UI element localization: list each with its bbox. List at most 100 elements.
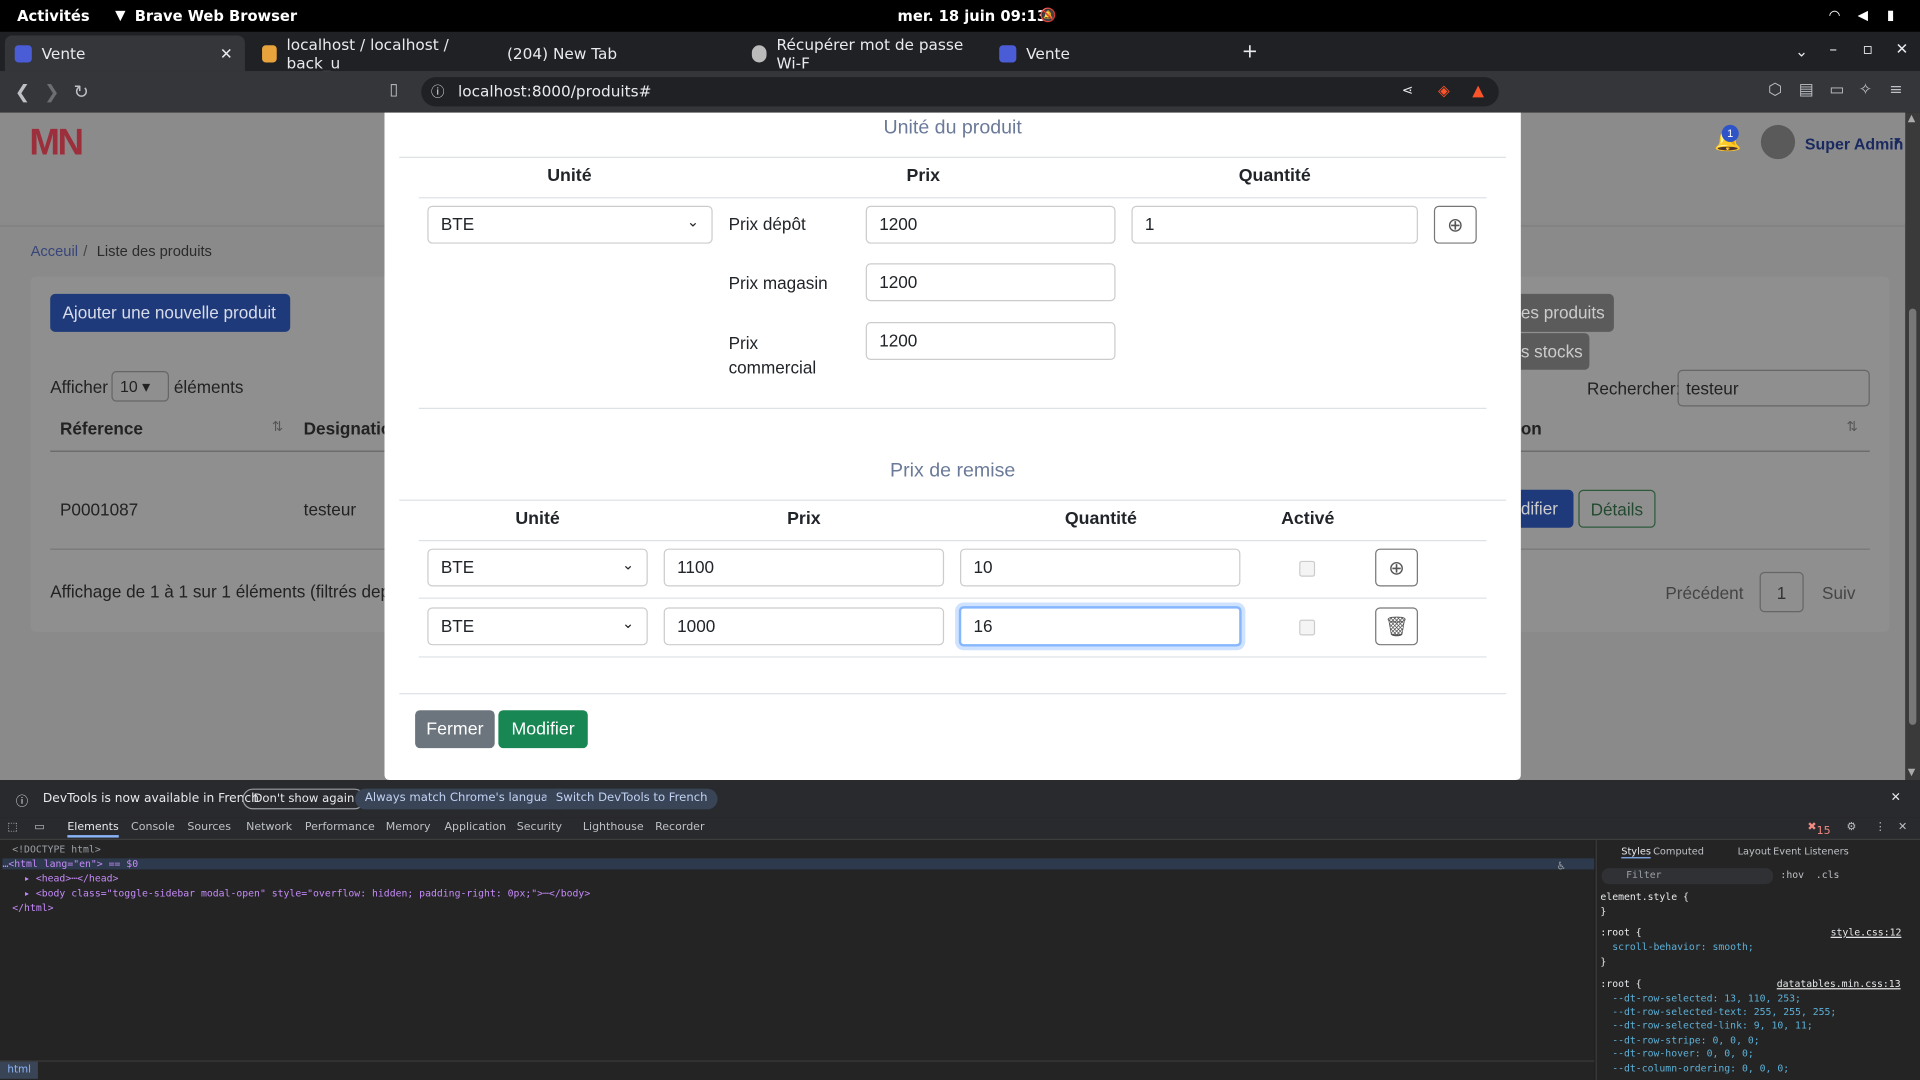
avatar[interactable] xyxy=(1760,124,1796,160)
discount-unit-select[interactable]: BTE ⌄ xyxy=(427,607,648,646)
more-icon[interactable]: ⋮ xyxy=(1875,822,1886,834)
next-button[interactable]: Suiv xyxy=(1822,583,1855,603)
tab-console[interactable]: Console xyxy=(131,822,175,834)
footer-html[interactable]: html xyxy=(0,1061,39,1079)
sidebar-icon[interactable]: ▤ xyxy=(1799,81,1814,99)
page-scrollbar[interactable]: ▲ ▼ xyxy=(1905,112,1920,781)
tab-elements[interactable]: Elements xyxy=(67,822,119,838)
search-input[interactable]: testeur xyxy=(1677,369,1870,407)
tab-vente[interactable]: Vente xyxy=(989,36,1229,72)
settings-icon[interactable]: ⚙ xyxy=(1847,822,1857,834)
add-product-button[interactable]: Ajouter une nouvelle produit xyxy=(50,293,291,332)
tab-computed[interactable]: Computed xyxy=(1653,846,1704,857)
reload-icon[interactable]: ↻ xyxy=(73,81,88,103)
clock[interactable]: mer. 18 juin 09:13 xyxy=(898,7,1048,24)
tab-application[interactable]: Application xyxy=(444,822,506,834)
details-button[interactable]: Détails xyxy=(1578,489,1656,528)
brave-shields-icon[interactable]: ◈ xyxy=(1438,81,1450,99)
tab-layout[interactable]: Layout xyxy=(1738,846,1771,857)
col-designation[interactable]: Designatio xyxy=(304,419,392,439)
share-icon[interactable]: ⋖ xyxy=(1402,82,1413,98)
forward-icon[interactable]: ❯ xyxy=(44,81,59,103)
add-unit-button[interactable]: ⊕ xyxy=(1433,205,1477,244)
elements-panel[interactable]: <!DOCTYPE html> …<html lang="en"> == $0 … xyxy=(0,840,1595,1061)
maximize-icon[interactable]: ▫ xyxy=(1862,39,1872,57)
match-language-button[interactable]: Always match Chrome's language xyxy=(355,788,573,810)
close-icon[interactable]: ✕ xyxy=(1891,791,1901,804)
tab-security[interactable]: Security xyxy=(517,822,562,834)
discount-unit-select[interactable]: BTE ⌄ xyxy=(427,548,648,587)
tab-sources[interactable]: Sources xyxy=(187,822,231,834)
close-icon[interactable]: ✕ xyxy=(220,44,233,62)
page-1-button[interactable]: 1 xyxy=(1759,571,1804,613)
tab-phpmyadmin[interactable]: localhost / localhost / back_u xyxy=(252,35,485,72)
tab-performance[interactable]: Performance xyxy=(305,822,375,834)
hov-cls-toggles[interactable]: :hov .cls xyxy=(1780,869,1839,880)
dom-line[interactable]: ▸ <head>⋯</head> xyxy=(12,873,118,884)
dom-line[interactable]: ▸ <body class="toggle-sidebar modal-open… xyxy=(12,888,590,899)
unit-select[interactable]: BTE ⌄ xyxy=(427,205,713,244)
brave-rewards-icon[interactable]: ▲ xyxy=(1472,81,1484,99)
user-name[interactable]: Super Admin xyxy=(1805,135,1903,153)
wifi-icon[interactable]: ◠ xyxy=(1829,7,1839,23)
accessibility-icon[interactable]: ♿ xyxy=(1558,860,1565,873)
minimize-icon[interactable]: – xyxy=(1829,39,1837,57)
tab-memory[interactable]: Memory xyxy=(386,822,431,834)
tab-event-listeners[interactable]: Event Listeners xyxy=(1773,846,1849,857)
page-size-select[interactable]: 10 ▾ xyxy=(111,371,169,402)
products-button[interactable]: es produits xyxy=(1520,293,1614,332)
price-depot-input[interactable]: 1200 xyxy=(865,205,1116,244)
source-link[interactable]: style.css:12 xyxy=(1831,927,1902,938)
device-icon[interactable]: ▭ xyxy=(34,822,44,834)
battery-icon[interactable]: ▮ xyxy=(1887,7,1894,23)
volume-icon[interactable]: ◀ xyxy=(1858,7,1868,23)
close-icon[interactable]: ✕ xyxy=(1898,822,1907,834)
url-field[interactable]: ⓘ localhost:8000/produits# ⋖ ◈ ▲ xyxy=(421,77,1499,107)
dom-line[interactable]: <!DOCTYPE html> xyxy=(12,844,100,855)
menu-icon[interactable]: ≡ xyxy=(1889,81,1902,99)
back-icon[interactable]: ❮ xyxy=(15,81,30,103)
styles-filter-input[interactable]: Filter xyxy=(1601,868,1774,885)
logo[interactable]: MN xyxy=(29,122,107,164)
discount-price-input[interactable]: 1000 xyxy=(663,607,945,646)
tab-vente-active[interactable]: Vente ✕ xyxy=(4,35,245,72)
price-commercial-input[interactable]: 1200 xyxy=(865,322,1116,361)
delete-discount-button[interactable]: 🗑 xyxy=(1375,607,1418,646)
inspect-icon[interactable]: ⬚ xyxy=(7,822,17,834)
add-discount-button[interactable]: ⊕ xyxy=(1375,548,1418,587)
close-window-icon[interactable]: ✕ xyxy=(1896,39,1909,57)
error-count[interactable]: ✖ 15 xyxy=(1807,822,1830,838)
discount-active-checkbox[interactable] xyxy=(1299,560,1316,577)
dom-line[interactable]: </html> xyxy=(12,902,53,913)
leo-icon[interactable]: ✧ xyxy=(1859,81,1872,99)
source-link[interactable]: datatables.min.css:13 xyxy=(1777,978,1901,989)
edit-button[interactable]: difier xyxy=(1520,489,1574,528)
dom-line-selected[interactable]: …<html lang="en"> == $0 xyxy=(2,858,1595,870)
col-reference[interactable]: Réference xyxy=(60,419,143,439)
prev-button[interactable]: Précédent xyxy=(1665,583,1743,603)
close-button[interactable]: Fermer xyxy=(415,710,495,749)
discount-price-input[interactable]: 1100 xyxy=(663,548,945,587)
discount-quantity-input-focused[interactable]: 16 xyxy=(958,606,1242,647)
discount-active-checkbox[interactable] xyxy=(1299,619,1316,636)
tab-network[interactable]: Network xyxy=(246,822,292,834)
tab-new-tab[interactable]: (204) New Tab xyxy=(497,36,730,72)
info-icon[interactable]: ⓘ xyxy=(431,82,444,102)
price-magasin-input[interactable]: 1200 xyxy=(865,263,1116,302)
wallet-icon[interactable]: ▭ xyxy=(1829,81,1844,99)
tab-recorder[interactable]: Recorder xyxy=(655,822,704,834)
tab-lighthouse[interactable]: Lighthouse xyxy=(583,822,644,834)
new-tab-button[interactable]: + xyxy=(1242,39,1258,62)
bookmark-icon[interactable]: ▯ xyxy=(389,81,398,99)
activities-button[interactable]: Activités xyxy=(17,7,89,24)
unit-quantity-input[interactable]: 1 xyxy=(1131,205,1418,244)
tab-wifi[interactable]: Récupérer mot de passe Wi-F xyxy=(742,35,982,72)
tab-styles[interactable]: Styles xyxy=(1621,846,1651,859)
switch-language-button[interactable]: Switch DevTools to French xyxy=(546,788,718,810)
tab-list-icon[interactable]: ⌄ xyxy=(1795,42,1808,60)
save-button[interactable]: Modifier xyxy=(498,710,588,749)
stocks-button[interactable]: s stocks xyxy=(1520,333,1590,370)
breadcrumb-home[interactable]: Acceuil xyxy=(31,242,78,259)
extensions-icon[interactable]: ⬡ xyxy=(1768,81,1782,99)
dont-show-button[interactable]: Don't show again xyxy=(242,788,366,810)
